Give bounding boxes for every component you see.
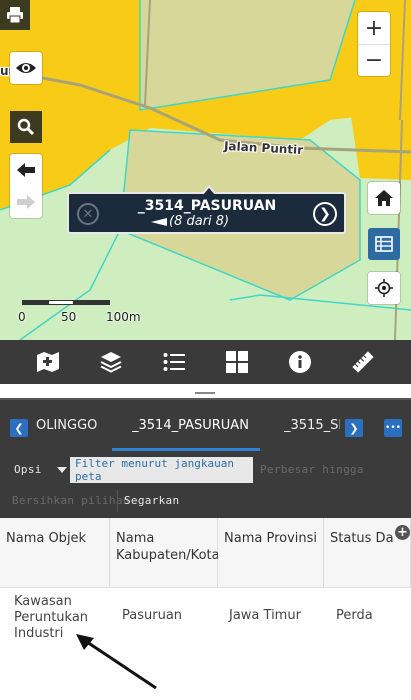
- layer-tabs: ❮ OLINGGO _3514_PASURUAN _3515_SI ❯ •••: [0, 402, 411, 452]
- drag-handle-icon: [195, 392, 215, 394]
- scale-label-50: 50: [61, 310, 77, 324]
- map-view[interactable]: Jalan Puntir un + − ✕ _3514_PASURUAN (8 …: [0, 0, 411, 340]
- printer-icon: [7, 7, 23, 24]
- zoom-control: + −: [358, 12, 390, 76]
- scale-segment: [48, 300, 74, 305]
- map-toolbar: [0, 340, 411, 384]
- plus-icon: +: [397, 525, 408, 540]
- add-column-button[interactable]: +: [395, 525, 410, 540]
- scale-label-0: 0: [18, 310, 26, 324]
- tabs-menu-button[interactable]: •••: [384, 419, 402, 437]
- print-button[interactable]: [0, 0, 30, 30]
- options-label: Opsi: [14, 463, 42, 476]
- column-header-nama-kabupaten[interactable]: Nama Kabupaten/Kota: [110, 518, 220, 588]
- history-nav: [10, 154, 42, 218]
- app-root: Jalan Puntir un + − ✕ _3514_PASURUAN (8 …: [0, 0, 411, 700]
- cell-nama-provinsi: Jawa Timur: [229, 608, 301, 623]
- refresh-button[interactable]: Segarkan: [124, 494, 179, 507]
- measure-tool-button[interactable]: [347, 346, 379, 378]
- grid-icon: [226, 351, 249, 373]
- clear-selection-button[interactable]: Bersihkan pilihan: [12, 494, 130, 507]
- tab-probolinggo[interactable]: OLINGGO: [36, 418, 100, 433]
- chevron-left-icon: ❮: [14, 421, 24, 435]
- search-icon: [17, 118, 35, 136]
- arrow-right-icon: [17, 195, 35, 209]
- attribute-table-button[interactable]: [368, 228, 400, 260]
- back-button[interactable]: [10, 154, 42, 186]
- locate-button[interactable]: [368, 272, 400, 304]
- table-icon: [375, 236, 393, 252]
- basemap-tool-button[interactable]: [221, 346, 253, 378]
- filter-by-map-extent-button[interactable]: Filter menurut jangkauan peta: [70, 457, 253, 483]
- popup-next-button[interactable]: ❯: [313, 202, 337, 226]
- attribute-table: Nama Objek Nama Kabupaten/Kota Nama Prov…: [0, 518, 411, 700]
- popup-count: (8 dari 8): [169, 214, 230, 229]
- legend-tool-button[interactable]: [158, 346, 190, 378]
- popup-close-button[interactable]: ✕: [77, 203, 99, 225]
- popup-title: _3514_PASURUAN: [137, 198, 277, 214]
- scale-bar: 0 50 100m: [18, 300, 141, 330]
- chevron-right-icon: ❯: [319, 206, 331, 222]
- annotation-arrow: [76, 634, 157, 690]
- zoom-to-button[interactable]: Perbesar hingga: [260, 463, 364, 476]
- crosshair-icon: [375, 279, 393, 297]
- zoom-in-button[interactable]: +: [358, 12, 390, 44]
- attribute-panel: ❮ OLINGGO _3514_PASURUAN _3515_SI ❯ ••• …: [0, 384, 411, 700]
- map-canvas: [0, 0, 411, 340]
- bookmark-tool-button[interactable]: [32, 346, 64, 378]
- table-controls: Opsi Filter menurut jangkauan peta Perbe…: [0, 452, 411, 518]
- zoom-out-button[interactable]: −: [358, 44, 390, 76]
- caret-down-icon: [56, 467, 67, 473]
- more-icon: •••: [385, 423, 401, 433]
- column-header-nama-objek[interactable]: Nama Objek: [0, 518, 110, 588]
- scale-segment: [22, 300, 48, 305]
- eye-icon: [16, 63, 36, 73]
- tab-3515-si[interactable]: _3515_SI: [284, 418, 340, 433]
- info-icon: [289, 351, 312, 373]
- active-tab-indicator: [112, 448, 260, 451]
- home-icon: [375, 190, 393, 206]
- column-header-nama-provinsi[interactable]: Nama Provinsi: [218, 518, 324, 588]
- home-button[interactable]: [368, 182, 400, 214]
- visibility-button[interactable]: [10, 52, 42, 84]
- forward-button[interactable]: [10, 186, 42, 218]
- scale-segment: [74, 300, 110, 305]
- controls-divider: [117, 490, 118, 512]
- panel-resize-handle[interactable]: [0, 384, 411, 400]
- popup-prev-button[interactable]: [151, 218, 167, 226]
- legend-list-icon: [163, 353, 185, 371]
- info-tool-button[interactable]: [284, 346, 316, 378]
- cell-status: Perda: [336, 608, 373, 623]
- layers-tool-button[interactable]: [95, 346, 127, 378]
- close-icon: ✕: [82, 206, 94, 222]
- chevron-right-icon: ❯: [349, 421, 359, 435]
- tabs-scroll-right-button[interactable]: ❯: [345, 419, 363, 437]
- options-dropdown[interactable]: Opsi: [14, 463, 67, 476]
- layers-icon: [100, 352, 122, 373]
- search-button[interactable]: [10, 111, 42, 143]
- arrow-left-icon: [17, 163, 35, 177]
- add-bookmark-icon: [36, 352, 59, 372]
- feature-popup[interactable]: ✕ _3514_PASURUAN (8 dari 8) ❯: [67, 185, 346, 234]
- scale-label-100m: 100m: [106, 310, 141, 324]
- measure-ruler-icon: [352, 351, 374, 373]
- tabs-scroll-left-button[interactable]: ❮: [10, 419, 28, 437]
- tab-3514-pasuruan[interactable]: _3514_PASURUAN: [132, 418, 249, 433]
- cell-nama-kabupaten: Pasuruan: [122, 608, 183, 623]
- popup-pointer-inner: [203, 188, 215, 195]
